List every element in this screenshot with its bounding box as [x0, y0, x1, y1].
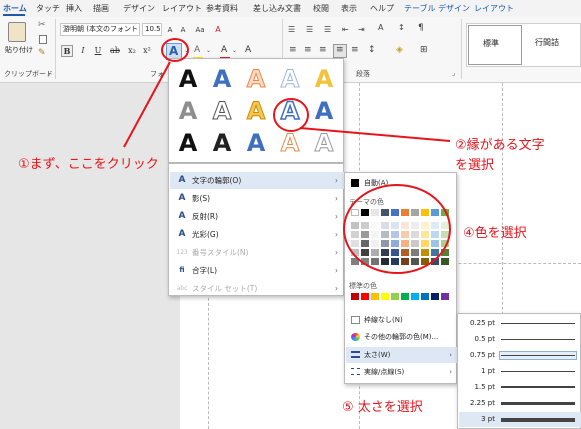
annotation-step2-line2: を選択: [455, 158, 495, 173]
annotation-overlay: [123, 38, 451, 274]
pointer-line-step2: [299, 127, 451, 142]
highlight-circle-text-effects: [161, 38, 189, 62]
annotation-step4: ④色を選択: [463, 226, 527, 241]
annotation-step5: ⑤ 太さを選択: [342, 400, 423, 415]
highlight-circle-color-grid: [343, 184, 451, 274]
highlight-circle-outline-effect: [273, 98, 309, 132]
annotation-step2-line1: ②縁がある文字: [455, 138, 545, 153]
pointer-line-step1: [123, 61, 171, 148]
annotation-step1: ①まず、ここをクリック: [18, 157, 159, 172]
